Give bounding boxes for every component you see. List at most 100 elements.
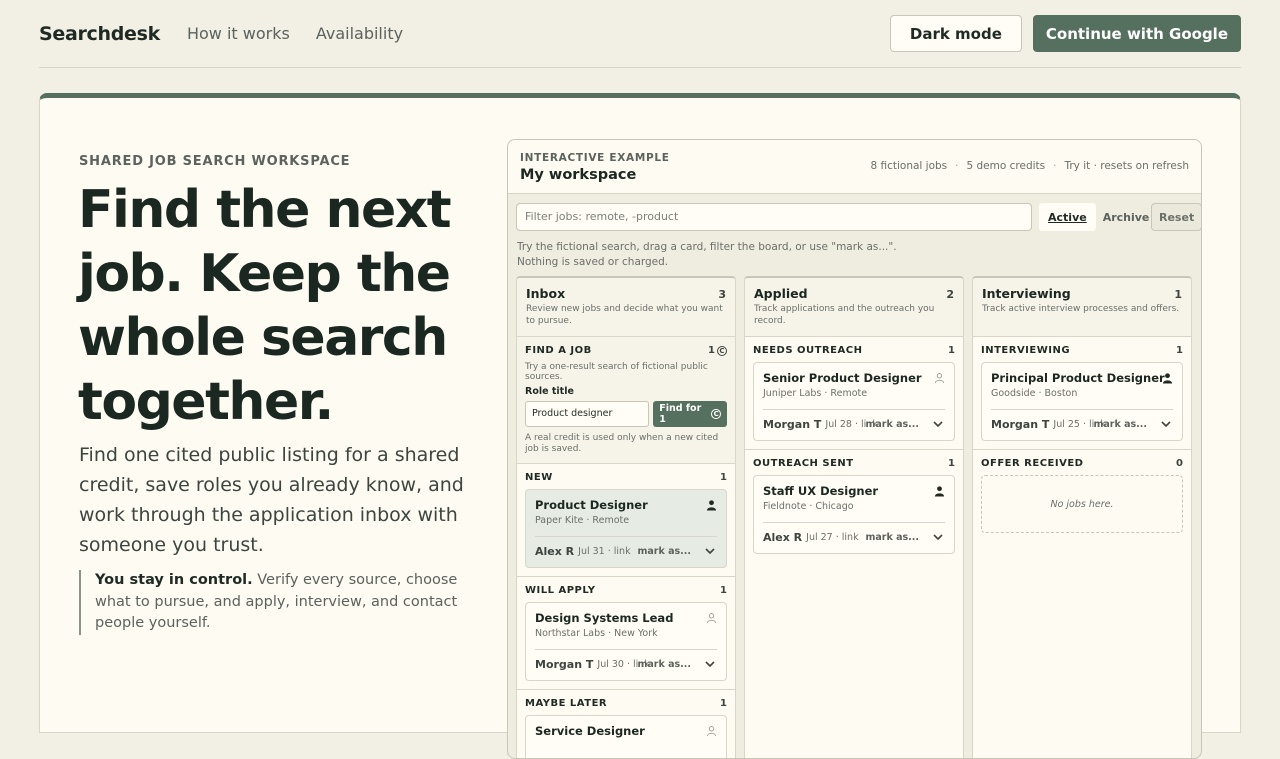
job-card[interactable]: Product Designer Paper Kite · Remote Ale… [525,489,727,568]
person-filled-icon [1162,373,1173,384]
credit-icon: C [717,345,727,356]
meta-jobs: 8 fictional jobs [870,160,948,172]
find-description: Try a one-result search of fictional pub… [525,362,708,382]
hero-headline: Find the next job. Keep the whole search… [78,180,452,432]
section-outreach-sent: OUTREACH SENT 1 Staff UX Designer Fieldn… [745,450,963,554]
filter-jobs-input[interactable]: Filter jobs: remote, -product [516,203,1032,231]
tab-active[interactable]: Active [1039,203,1096,231]
column-count: 2 [946,288,954,301]
mark-as-menu[interactable]: mark as... [637,546,691,557]
section-title: OUTREACH SENT [753,458,854,469]
chevron-down-icon[interactable] [1159,417,1173,431]
section-needs-outreach: NEEDS OUTREACH 1 Senior Product Designer… [745,337,963,450]
find-row: Product designer Find for 1 C [525,401,727,427]
empty-state: No jobs here. [981,475,1183,533]
chevron-down-icon[interactable] [931,530,945,544]
credit-icon: C [711,409,721,419]
control-callout: You stay in control. Verify every source… [79,570,479,635]
section-title: NEW [525,472,553,483]
mark-as-menu[interactable]: mark as... [865,419,919,430]
role-title-label: Role title [525,386,574,397]
section-count: 1 [720,698,727,709]
section-interviewing: INTERVIEWING 1 Principal Product Designe… [973,337,1191,450]
job-company: Goodside · Boston [991,388,1078,399]
person-filled-icon [934,486,945,497]
callout-strong: You stay in control. [95,572,253,588]
hero-card: SHARED JOB SEARCH WORKSPACE Find the nex… [39,93,1241,759]
dark-mode-button[interactable]: Dark mode [889,15,1022,52]
column-title: Applied [754,286,808,301]
person-outline-icon [706,726,717,737]
job-footer: Morgan T Jul 30 · link mark as... [535,655,717,673]
hero-lede: Find one cited public listing for a shar… [79,444,464,556]
divider [763,409,945,410]
section-title: MAYBE LATER [525,698,608,709]
chevron-down-icon[interactable] [931,417,945,431]
reset-button[interactable]: Reset [1151,203,1201,231]
column-header: Applied 2 Track applications and the out… [745,278,963,337]
job-footer: Morgan T Jul 25 · link mark as... [991,415,1173,433]
job-company: Northstar Labs · New York [535,628,658,639]
mark-as-menu[interactable]: mark as... [865,532,919,543]
continue-with-google-button[interactable]: Continue with Google [1032,15,1241,52]
column-title: Inbox [526,286,566,301]
job-card[interactable]: Staff UX Designer Fieldnote · Chicago Al… [753,475,955,554]
job-title: Design Systems Lead [535,611,674,625]
column-applied: Applied 2 Track applications and the out… [744,276,964,758]
chevron-down-icon[interactable] [703,657,717,671]
brand-logo[interactable]: Searchdesk [39,23,160,45]
hero-eyebrow: SHARED JOB SEARCH WORKSPACE [79,154,351,169]
job-date-link[interactable]: Jul 27 · link [806,532,858,543]
workspace-demo: INTERACTIVE EXAMPLE My workspace 8 ficti… [507,139,1202,759]
divider [535,649,717,650]
workspace-eyebrow: INTERACTIVE EXAMPLE [520,152,670,164]
meta-credits: 5 demo credits [966,160,1046,172]
job-card[interactable]: Service Designer [525,715,727,758]
chevron-down-icon[interactable] [703,544,717,558]
job-owner: Alex R [535,544,575,558]
view-toggle: Active Archive [1039,203,1156,231]
tab-archive[interactable]: Archive [1096,203,1157,231]
job-footer: Alex R Jul 27 · link mark as... [763,528,945,546]
section-count: 1 [948,458,955,469]
mark-as-menu[interactable]: mark as... [1093,419,1147,430]
section-new: NEW 1 Product Designer Paper Kite · Remo… [517,464,735,577]
section-title: NEEDS OUTREACH [753,345,863,356]
nav-link-availability[interactable]: Availability [316,24,403,43]
section-count: 1C [708,345,727,356]
job-owner: Morgan T [991,417,1050,431]
section-title: WILL APPLY [525,585,596,596]
role-title-input[interactable]: Product designer [525,401,650,427]
section-count: 1 [720,585,727,596]
find-button[interactable]: Find for 1 C [653,401,727,427]
job-footer: Morgan T Jul 28 · link mark as... [763,415,945,433]
job-card[interactable]: Design Systems Lead Northstar Labs · New… [525,602,727,681]
column-description: Track applications and the outreach you … [754,304,935,326]
column-count: 3 [718,288,726,301]
job-card[interactable]: Principal Product Designer Goodside · Bo… [981,362,1183,441]
meta-reset-note: Try it · resets on refresh [1064,160,1189,172]
mark-as-menu[interactable]: mark as... [637,659,691,670]
column-header: Inbox 3 Review new jobs and decide what … [517,278,735,337]
divider [763,522,945,523]
job-footer: Alex R Jul 31 · link mark as... [535,542,717,560]
column-interviewing: Interviewing 1 Track active interview pr… [972,276,1192,758]
section-title: OFFER RECEIVED [981,458,1084,469]
job-card[interactable]: Senior Product Designer Juniper Labs · R… [753,362,955,441]
find-a-job-panel: FIND A JOB 1C Try a one-result search of… [517,337,735,464]
workspace-meta: 8 fictional jobs · 5 demo credits · Try … [870,160,1189,172]
nav-link-how-it-works[interactable]: How it works [187,24,290,43]
workspace-title: My workspace [520,167,637,183]
section-offer-received: OFFER RECEIVED 0 No jobs here. [973,450,1191,533]
section-maybe-later: MAYBE LATER 1 Service Designer [517,690,735,758]
section-count: 1 [720,472,727,483]
job-title: Product Designer [535,498,648,512]
column-count: 1 [1174,288,1182,301]
job-date-link[interactable]: Jul 31 · link [578,546,630,557]
job-owner: Alex R [763,530,803,544]
job-title: Principal Product Designer [991,371,1165,385]
job-title: Staff UX Designer [763,484,879,498]
meta-separator: · [955,160,959,172]
section-title: FIND A JOB [525,345,592,356]
credit-count: 1 [708,345,715,356]
